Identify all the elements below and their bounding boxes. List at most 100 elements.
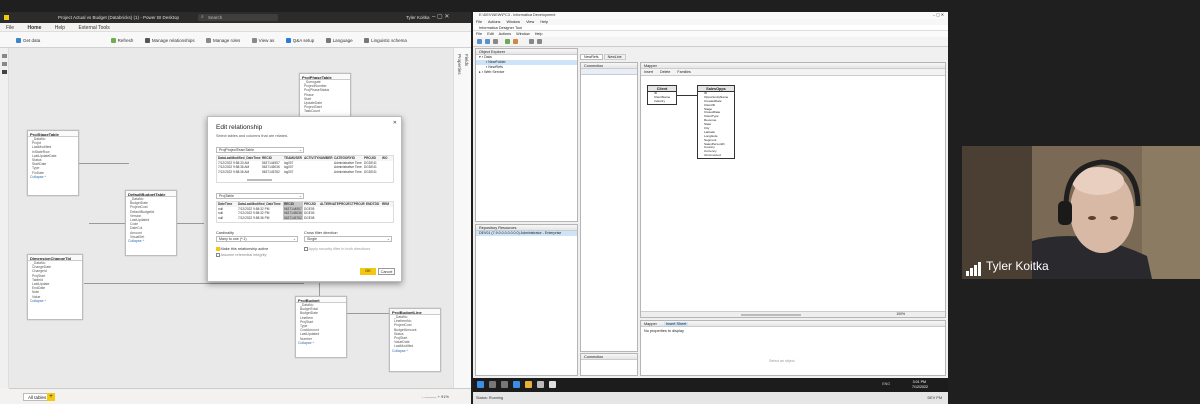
zoom-icon[interactable] [529, 39, 534, 44]
properties-pane-tab[interactable]: Properties [457, 54, 462, 75]
search-icon[interactable] [489, 381, 496, 388]
table-card[interactable]: ProjBudgetLine _DataNo LineItemNo Projec… [389, 308, 441, 372]
table-card[interactable]: ProjBudget _DataNo BudgetTotal BudgetDat… [295, 296, 347, 358]
collapse-link[interactable]: Collapse ^ [28, 175, 78, 179]
menu-file[interactable]: File [476, 20, 482, 24]
search-icon: ⌕ [201, 14, 204, 20]
model-view-icon[interactable] [2, 70, 7, 74]
menu-view[interactable]: View [526, 20, 534, 24]
fields-pane-tab[interactable]: Fields [464, 54, 469, 66]
referential-integrity-checkbox[interactable]: Assume referential integrity [216, 253, 267, 257]
tree-item-webservice[interactable]: ▸ ▪ Web Service [476, 70, 577, 75]
app-menu-help[interactable]: Help [535, 32, 543, 36]
cancel-button[interactable]: Cancel [378, 268, 395, 275]
window-controls[interactable]: – ▢ ✕ [933, 12, 944, 19]
crossfilter-select[interactable]: Single ⌄ [304, 236, 392, 242]
add-page-button[interactable]: + [47, 393, 55, 401]
collapse-link[interactable]: Collapse ^ [390, 349, 440, 353]
tab-mapper[interactable]: Mapper [644, 322, 657, 326]
relationship-line[interactable] [84, 283, 304, 284]
window-controls[interactable]: – ▢ ✕ [432, 13, 449, 20]
tab-newrefs[interactable]: NewRefs [580, 54, 603, 60]
collapse-link[interactable]: Collapse ^ [126, 239, 176, 243]
cardinality-select[interactable]: Many to one (*:1) ⌄ [216, 236, 298, 242]
taskbar-clock[interactable]: 3:01 PM [913, 380, 926, 384]
user-name[interactable]: Tyler Koitka [406, 15, 430, 20]
table2-select[interactable]: ProjTable ⌄ [216, 193, 304, 199]
save-icon[interactable] [493, 39, 498, 44]
app-menu-actions[interactable]: Actions [499, 32, 511, 36]
horizontal-scrollbar[interactable] [741, 314, 801, 316]
tray-language[interactable]: ENG [882, 382, 890, 386]
collapse-link[interactable]: Collapse ^ [28, 299, 82, 303]
insert-button[interactable]: Insert [644, 70, 653, 74]
windows-start-icon[interactable] [477, 381, 484, 388]
data-view-icon[interactable] [2, 62, 7, 66]
horizontal-scrollbar[interactable] [247, 179, 272, 181]
stop-icon[interactable] [513, 39, 518, 44]
families-button[interactable]: Families [677, 70, 690, 74]
entity-salesopps[interactable]: SalesOpps ID OpportunityName CreatedDate… [697, 85, 735, 159]
mapper-toolbar: Insert Delete Families [641, 69, 945, 76]
run-icon[interactable] [505, 39, 510, 44]
delete-button[interactable]: Delete [660, 70, 670, 74]
table-card[interactable]: ProjStageTable _DataNo ProjId LastModifi… [27, 130, 79, 196]
relationship-line[interactable] [174, 223, 204, 224]
qa-setup-button[interactable]: Q&A setup [285, 32, 314, 48]
app-menu-edit[interactable]: Edit [487, 32, 494, 36]
refresh-button[interactable]: Refresh [110, 32, 133, 48]
mapper-footer: 100% [641, 311, 945, 317]
zoom-level[interactable]: 100% [896, 312, 905, 316]
informatica-taskbar-icon[interactable] [549, 381, 556, 388]
webcam-tile: Tyler Koitka [962, 146, 1200, 279]
app-menu-file[interactable]: File [476, 32, 482, 36]
connection-toolbar [581, 69, 637, 75]
entity-client[interactable]: Client ID ClientName Industry [647, 85, 677, 105]
manage-relationships-button[interactable]: Manage relationships [144, 32, 195, 48]
ok-button[interactable]: OK [360, 268, 376, 275]
task-view-icon[interactable] [501, 381, 508, 388]
active-checkbox[interactable]: Make this relationship active [216, 247, 268, 251]
table-card[interactable]: DefaultBudgetTable _DataNo BudgetDate Pr… [125, 190, 177, 256]
table1-select[interactable]: ProjProjectTeamTable ⌄ [216, 147, 304, 153]
get-data-button[interactable]: Get data [16, 32, 40, 48]
tab-insert-sheet[interactable]: Insert Sheet [663, 322, 689, 326]
right-rail: Properties Fields [453, 48, 471, 388]
linguistic-icon [364, 37, 370, 43]
language-button[interactable]: Language [325, 32, 353, 48]
view-as-button[interactable]: View as [251, 32, 274, 48]
zoom-control[interactable]: - ——— + 91% [422, 394, 449, 399]
table-card[interactable]: DimensionChangeTbl _DataNo ChangeDate Ch… [27, 254, 83, 320]
relationship-icon [144, 37, 150, 43]
table-row: null 7/12/2022 9:58:36 PM 5637145782 DGE08 [218, 215, 315, 220]
collapse-link[interactable]: Collapse ^ [296, 341, 346, 345]
menu-window[interactable]: Window [507, 20, 521, 24]
app-menu-window[interactable]: Window [516, 32, 530, 36]
taskbar-date[interactable]: 7/12/2022 [912, 385, 928, 389]
menu-actions[interactable]: Actions [488, 20, 500, 24]
view-switcher [0, 48, 9, 388]
chevron-down-icon: ⌄ [298, 194, 302, 198]
close-icon[interactable]: ✕ [393, 120, 397, 126]
layout-icon[interactable] [537, 39, 542, 44]
open-icon[interactable] [485, 39, 490, 44]
folder-icon[interactable] [525, 381, 532, 388]
repository-item[interactable]: DEV01 (7.9.0.0.0.0.0.0.0) Administrator … [476, 231, 577, 236]
new-icon[interactable] [477, 39, 482, 44]
relationship-line[interactable] [79, 163, 129, 164]
report-view-icon[interactable] [2, 54, 7, 58]
both-directions-checkbox[interactable]: Apply security filter in both directions [304, 247, 370, 251]
edge-icon[interactable] [513, 381, 520, 388]
entity-field: IsConverted [704, 154, 721, 158]
search-box[interactable]: ⌕ Search [198, 14, 278, 21]
relationship-line[interactable] [89, 223, 125, 224]
window-title: Project Actual vs Budget (Databricks) (1… [58, 15, 180, 20]
toolbar [473, 37, 948, 47]
app-icon[interactable] [537, 381, 544, 388]
table-card[interactable]: ProjPhaseTable _Surrogate ProjectNumber … [299, 73, 351, 119]
linguistic-schema-button[interactable]: Linguistic schema [364, 32, 407, 48]
tab-newline[interactable]: NewLine [603, 54, 626, 60]
manage-roles-button[interactable]: Manage roles [205, 32, 240, 48]
database-icon [16, 37, 21, 43]
menu-help[interactable]: Help [540, 20, 548, 24]
